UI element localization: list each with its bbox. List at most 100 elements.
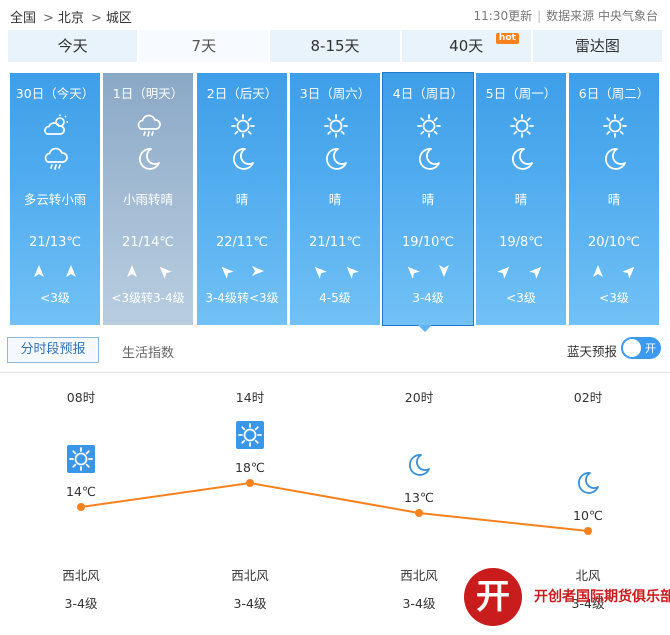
day-card[interactable]: 30日（今天） 多云转小雨 21/13℃ <3级: [10, 73, 100, 325]
wind-direction: [476, 263, 566, 279]
moon-icon: [405, 451, 433, 479]
day-weather-desc: 多云转小雨: [23, 192, 87, 207]
sun-icon: [416, 113, 442, 139]
seven-day-forecast: 30日（今天） 多云转小雨 21/13℃ <3级 1日（明天） 小雨转晴 21/14℃ <3级…: [10, 72, 662, 326]
blue-sky-forecast-label: 蓝天预报: [566, 344, 617, 359]
hourly-time: 02时: [573, 390, 603, 405]
watermark-text: 开创者国际期货俱乐部: [534, 589, 670, 605]
sun-icon: [230, 113, 256, 139]
toggle-label: 开: [645, 342, 656, 355]
wind-arrow-icon: [529, 263, 544, 279]
breadcrumb-item-district[interactable]: 城区: [106, 11, 132, 26]
breadcrumb-item-city[interactable]: 北京: [58, 11, 84, 26]
temperature-point: [77, 503, 85, 511]
partly-cloudy-icon: [43, 113, 69, 139]
wind-arrow-icon: [251, 263, 265, 279]
watermark: 开 开创者国际期货俱乐部: [464, 568, 670, 628]
wind-level: <3级: [599, 291, 629, 305]
data-source: 数据来源 中央气象台: [546, 9, 658, 23]
day-temperature: 21/14℃: [121, 235, 175, 250]
watermark-seal-logo: 开: [464, 568, 522, 626]
tab-7-days[interactable]: 7天: [139, 30, 271, 62]
breadcrumb-item-country[interactable]: 全国: [10, 11, 36, 26]
wind-arrow-icon: [622, 263, 637, 279]
tab-radar[interactable]: 雷达图: [532, 30, 663, 62]
moon-icon: [416, 146, 442, 172]
day-date: 2日（后天）: [206, 86, 278, 101]
selected-day-pointer: [418, 325, 432, 332]
wind-arrow-icon: [437, 263, 451, 279]
tab-today[interactable]: 今天: [8, 30, 140, 62]
day-date: 4日（周日）: [392, 86, 464, 101]
hourly-temperature: 13℃: [404, 490, 434, 505]
wind-arrow-icon: [591, 263, 605, 279]
day-date: 5日（周一）: [485, 86, 557, 101]
day-date: 30日（今天）: [15, 86, 95, 101]
day-card[interactable]: 6日（周二） 晴 20/10℃ <3级: [569, 73, 659, 325]
wind-level: 4-5级: [319, 291, 351, 305]
sub-tabs: 分时段预报 生活指数 蓝天预报 开: [7, 337, 667, 365]
wind-direction: [569, 263, 659, 279]
toggle-knob: [623, 339, 641, 357]
breadcrumb: 全国 > 北京 > 城区: [10, 7, 135, 26]
day-card[interactable]: 3日（周六） 晴 21/11℃ 4-5级: [290, 73, 380, 325]
day-card[interactable]: 1日（明天） 小雨转晴 21/14℃ <3级转3-4级: [103, 73, 193, 325]
temperature-point: [584, 527, 592, 535]
sun-icon: [323, 113, 349, 139]
wind-level: <3级: [506, 291, 536, 305]
forecast-tabs: 今天 7天 8-15天 40天 hot 雷达图: [8, 30, 663, 62]
hot-badge: hot: [495, 33, 519, 44]
temperature-line: [80, 481, 589, 532]
day-temperature: 21/11℃: [308, 235, 362, 250]
sun-icon: [602, 113, 628, 139]
wind-arrow-icon: [157, 263, 172, 279]
wind-arrow-icon: [344, 263, 359, 279]
light-rain-icon: [43, 146, 69, 172]
wind-arrow-icon: [64, 263, 78, 279]
sun-icon: [509, 113, 535, 139]
day-card[interactable]: 5日（周一） 晴 19/8℃ <3级: [476, 73, 566, 325]
moon-icon: [602, 146, 628, 172]
wind-arrow-icon: [219, 263, 234, 279]
blue-sky-toggle[interactable]: 开: [621, 337, 661, 359]
hourly-wind-level: 3-4级: [402, 596, 436, 611]
hourly-wind-level: 3-4级: [64, 596, 98, 611]
moon-icon: [323, 146, 349, 172]
day-weather-desc: 晴: [607, 192, 621, 207]
hourly-time: 08时: [66, 390, 96, 405]
update-meta: 11:30更新 | 数据来源 中央气象台: [473, 9, 658, 23]
temperature-point: [415, 509, 423, 517]
breadcrumb-separator: >: [43, 11, 54, 26]
hourly-time: 14时: [235, 390, 265, 405]
hourly-wind-direction: 西北风: [62, 568, 100, 583]
moon-icon: [136, 146, 162, 172]
update-time: 11:30更新: [473, 9, 533, 23]
tab-40-days[interactable]: 40天 hot: [401, 30, 533, 62]
day-temperature: 21/13℃: [28, 235, 82, 250]
wind-level: <3级: [40, 291, 70, 305]
tab-life-index[interactable]: 生活指数: [122, 342, 174, 361]
moon-icon: [509, 146, 535, 172]
moon-icon: [230, 146, 256, 172]
wind-arrow-icon: [32, 263, 46, 279]
hourly-wind-direction: 西北风: [231, 568, 269, 583]
hourly-temperature: 14℃: [66, 484, 96, 499]
day-card[interactable]: 2日（后天） 晴 22/11℃ 3-4级转<3级: [197, 73, 287, 325]
hourly-temperature: 18℃: [235, 460, 265, 475]
tab-8-15-days[interactable]: 8-15天: [270, 30, 402, 62]
day-weather-desc: 晴: [514, 192, 528, 207]
wind-direction: [103, 263, 193, 279]
moon-icon: [574, 469, 602, 497]
day-weather-desc: 小雨转晴: [122, 192, 173, 207]
wind-arrow-icon: [405, 263, 420, 279]
top-bar: 全国 > 北京 > 城区 11:30更新 | 数据来源 中央气象台: [0, 0, 670, 30]
wind-level: 3-4级转<3级: [205, 291, 279, 305]
day-card[interactable]: 4日（周日） 晴 19/10℃ 3-4级: [382, 72, 474, 326]
wind-direction: [290, 263, 380, 279]
tab-hourly-forecast[interactable]: 分时段预报: [7, 337, 99, 363]
day-temperature: 19/10℃: [401, 235, 455, 250]
hourly-temperature: 10℃: [573, 508, 603, 523]
hourly-wind-direction: 西北风: [400, 568, 438, 583]
sun-icon: [67, 445, 95, 473]
sun-icon: [236, 421, 264, 449]
